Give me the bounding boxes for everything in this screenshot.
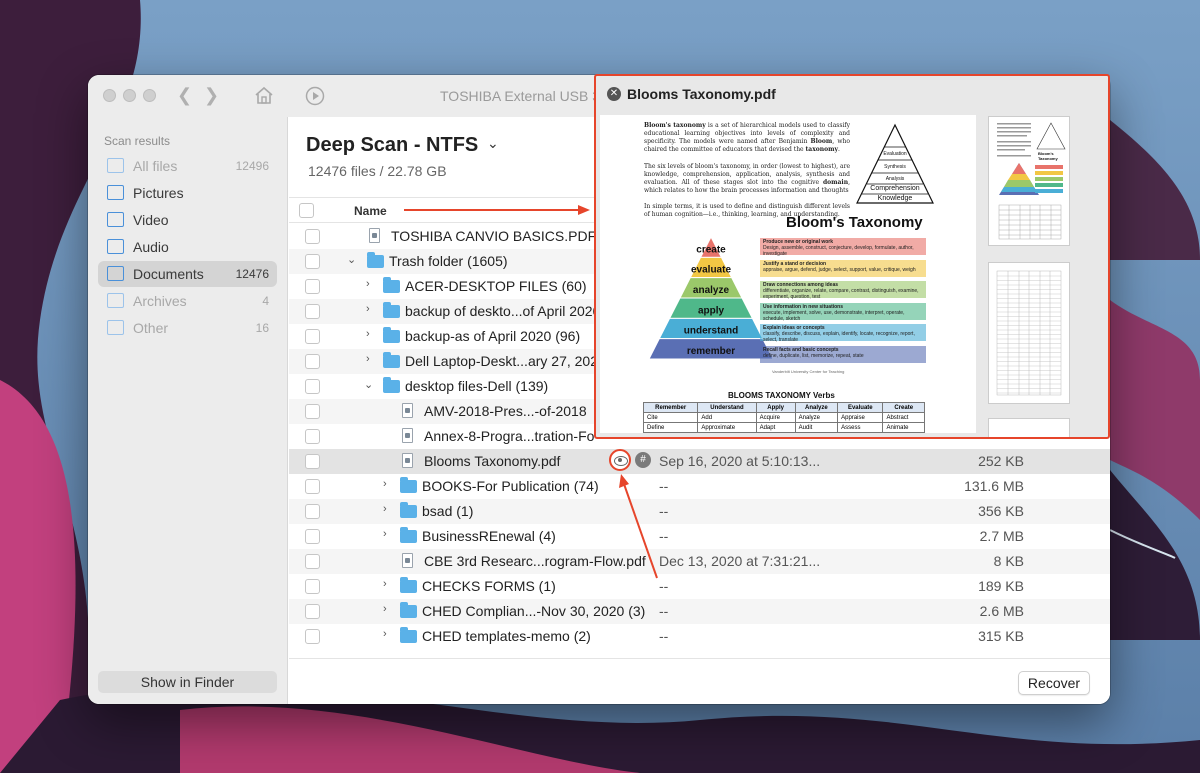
annotation-arrows [404,205,658,579]
annotation-arrowhead-eye [619,474,629,488]
annotation-arrow-eye [623,483,658,579]
annotation-arrowhead-name [578,205,590,215]
